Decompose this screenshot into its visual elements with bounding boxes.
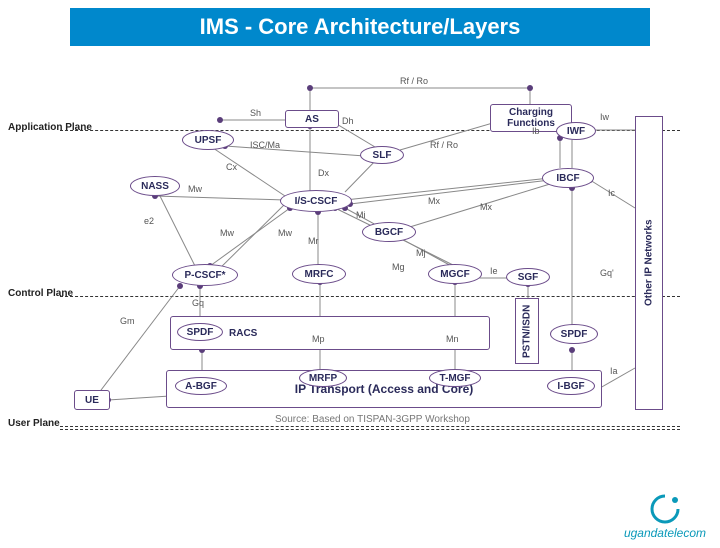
- iface-dh: Dh: [342, 116, 354, 126]
- node-slf: SLF: [360, 146, 404, 164]
- node-as: AS: [285, 110, 339, 128]
- iface-gm: Gm: [120, 316, 135, 326]
- iface-gq-prime: Gq': [600, 268, 614, 278]
- node-a-bgf: A-BGF: [175, 377, 227, 395]
- iface-mj: Mj: [416, 248, 426, 258]
- node-mgcf: MGCF: [428, 264, 482, 284]
- iface-gq: Gq: [192, 298, 204, 308]
- node-ibcf: IBCF: [542, 168, 594, 188]
- iface-e2: e2: [144, 216, 154, 226]
- iface-ic: Ic: [608, 188, 615, 198]
- label-application-plane: Application Plane: [8, 122, 92, 133]
- iface-mr: Mr: [308, 236, 319, 246]
- iface-dx: Dx: [318, 168, 329, 178]
- iface-mp: Mp: [312, 334, 325, 344]
- label-control-plane: Control Plane: [8, 288, 73, 299]
- node-mrfc: MRFC: [292, 264, 346, 284]
- node-spdf-left: SPDF: [177, 323, 223, 341]
- iface-rf-ro: Rf / Ro: [400, 76, 428, 86]
- iface-rf-ro-2: Rf / Ro: [430, 140, 458, 150]
- node-p-cscf: P-CSCF*: [172, 264, 238, 286]
- iface-cx: Cx: [226, 162, 237, 172]
- node-other-ip-networks: Other IP Networks: [635, 116, 663, 410]
- slide-title: IMS - Core Architecture/Layers: [70, 8, 650, 46]
- iface-isc-ma: ISC/Ma: [250, 140, 280, 150]
- node-t-mgf: T-MGF: [429, 369, 481, 387]
- brand-logo: ugandatelecom: [624, 492, 706, 540]
- iface-mw-1: Mw: [188, 184, 202, 194]
- node-is-cscf: I/S-CSCF: [280, 190, 352, 212]
- diagram-canvas: Application Plane Control Plane User Pla…: [60, 68, 680, 468]
- node-ue: UE: [74, 390, 110, 410]
- node-spdf-right: SPDF: [550, 324, 598, 344]
- iface-mw-2: Mw: [220, 228, 234, 238]
- node-bgcf: BGCF: [362, 222, 416, 242]
- iface-mw-3: Mw: [278, 228, 292, 238]
- node-iwf: IWF: [556, 122, 596, 140]
- label-racs: RACS: [229, 328, 257, 339]
- iface-ia: Ia: [610, 366, 618, 376]
- iface-ie: Ie: [490, 266, 498, 276]
- iface-iw: Iw: [600, 112, 609, 122]
- iface-mg: Mg: [392, 262, 405, 272]
- node-i-bgf: I-BGF: [547, 377, 595, 395]
- logo-swirl-icon: [644, 492, 686, 526]
- node-mrfp: MRFP: [299, 369, 347, 387]
- node-pstn-isdn: PSTN/ISDN: [515, 298, 539, 364]
- plane-divider-control: [60, 296, 680, 297]
- iface-mi: Mi: [356, 210, 366, 220]
- brand-name: ugandatelecom: [624, 526, 706, 540]
- node-racs: SPDF RACS: [170, 316, 490, 350]
- plane-divider-user: [60, 426, 680, 430]
- node-sgf: SGF: [506, 268, 550, 286]
- iface-mn: Mn: [446, 334, 459, 344]
- iface-mx-2: Mx: [480, 202, 492, 212]
- iface-ib: Ib: [532, 126, 540, 136]
- iface-mx-1: Mx: [428, 196, 440, 206]
- node-nass: NASS: [130, 176, 180, 196]
- iface-sh: Sh: [250, 108, 261, 118]
- node-upsf: UPSF: [182, 130, 234, 150]
- label-user-plane: User Plane: [8, 418, 60, 429]
- node-ip-transport: A-BGF MRFP T-MGF I-BGF IP Transport (Acc…: [166, 370, 602, 408]
- source-attribution: Source: Based on TISPAN-3GPP Workshop: [275, 414, 470, 425]
